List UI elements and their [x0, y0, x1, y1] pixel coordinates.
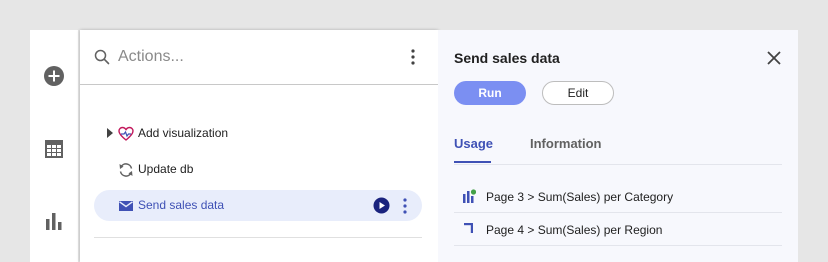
table-icon[interactable]: [42, 137, 66, 161]
edit-button[interactable]: Edit: [542, 81, 614, 105]
refresh-icon: [119, 163, 133, 177]
action-item-add-visualization[interactable]: Add visualization: [94, 118, 422, 149]
active-tab-indicator: [454, 161, 491, 163]
usage-divider: [454, 245, 782, 246]
details-title: Send sales data: [454, 50, 560, 66]
tab-usage[interactable]: Usage: [454, 136, 493, 151]
action-item-label: Send sales data: [138, 198, 225, 212]
usage-item-text: Page 4 > Sum(Sales) per Region: [486, 223, 663, 237]
map-corner-icon: [464, 223, 473, 233]
close-icon[interactable]: [764, 48, 784, 68]
left-rail: [30, 30, 78, 262]
actions-panel: Add visualization Update db Send sales d…: [80, 30, 438, 262]
search-input[interactable]: [118, 44, 388, 70]
usage-item[interactable]: Page 3 > Sum(Sales) per Category: [454, 180, 782, 213]
heart-visualization-icon: [118, 126, 134, 141]
tab-information[interactable]: Information: [530, 136, 602, 151]
action-item-update-db[interactable]: Update db: [94, 154, 422, 185]
add-circle-icon[interactable]: [42, 64, 66, 88]
action-item-send-sales-data[interactable]: Send sales data: [94, 190, 422, 221]
action-item-label: Add visualization: [138, 126, 229, 140]
usage-item-text: Page 3 > Sum(Sales) per Category: [486, 190, 674, 204]
details-panel: Send sales data Run Edit Usage Informati…: [438, 30, 798, 262]
bar-chart-icon[interactable]: [42, 209, 66, 233]
search-bar: [80, 30, 438, 85]
expand-caret-icon[interactable]: [106, 128, 114, 138]
search-icon: [94, 49, 110, 65]
run-play-icon[interactable]: [373, 197, 390, 214]
usage-item[interactable]: Page 4 > Sum(Sales) per Region: [454, 213, 782, 246]
mail-icon: [119, 201, 133, 211]
list-divider: [94, 237, 422, 238]
tabs-divider: [454, 164, 782, 165]
action-item-label: Update db: [138, 162, 194, 176]
run-button[interactable]: Run: [454, 81, 526, 105]
item-more-options-icon[interactable]: [395, 196, 415, 216]
more-options-icon[interactable]: [403, 47, 423, 67]
bar-chart-usage-icon: [463, 189, 476, 203]
